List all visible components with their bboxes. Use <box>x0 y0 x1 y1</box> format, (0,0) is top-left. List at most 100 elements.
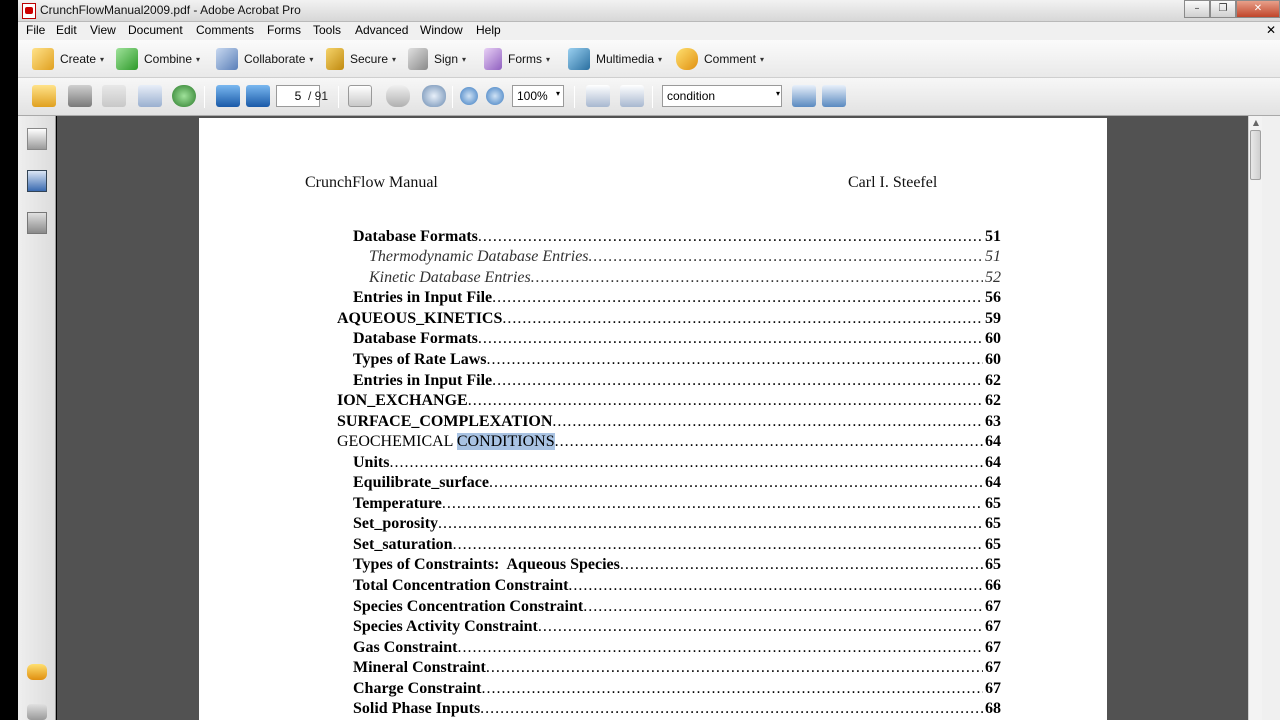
find-next-icon[interactable] <box>822 85 846 107</box>
chevron-down-icon: ▾ <box>309 54 314 64</box>
toc-row[interactable]: Types of Constraints: Aqueous Species65 <box>353 556 1001 576</box>
scrolling-mode-icon[interactable] <box>586 85 610 107</box>
comment-button[interactable]: Comment ▾ <box>676 48 764 70</box>
toc-row[interactable]: Set_saturation65 <box>353 536 1001 556</box>
signatures-icon[interactable] <box>27 212 47 234</box>
chevron-down-icon[interactable]: ▾ <box>556 89 560 98</box>
window-controls: – ❐ ✕ <box>1184 0 1280 18</box>
chevron-down-icon[interactable]: ▾ <box>776 89 780 98</box>
comment-icon <box>676 48 698 70</box>
menu-edit[interactable]: Edit <box>56 23 77 37</box>
toc-row[interactable]: AQUEOUS_KINETICS59 <box>337 310 1001 330</box>
print-icon[interactable] <box>68 85 92 107</box>
toc-row[interactable]: Database Formats51 <box>353 228 1001 248</box>
upload-icon[interactable] <box>172 85 196 107</box>
bookmarks-icon[interactable] <box>27 170 47 192</box>
save-icon[interactable] <box>102 85 126 107</box>
combine-label: Combine <box>144 52 193 66</box>
toc-row[interactable]: Charge Constraint67 <box>353 680 1001 700</box>
combine-button[interactable]: Combine ▾ <box>116 48 200 70</box>
toc-row[interactable]: Equilibrate_surface64 <box>353 474 1001 494</box>
menu-forms[interactable]: Forms <box>267 23 301 37</box>
collaborate-icon <box>216 48 238 70</box>
sign-label: Sign <box>434 52 459 66</box>
search-highlight: CONDITIONS <box>456 433 555 450</box>
comments-icon[interactable] <box>27 664 47 680</box>
create-label: Create <box>60 52 97 66</box>
toc-row[interactable]: Solid Phase Inputs68 <box>353 700 1001 720</box>
create-button[interactable]: Create ▾ <box>32 48 104 70</box>
attachments-icon[interactable] <box>27 704 47 720</box>
menu-file[interactable]: File <box>26 23 45 37</box>
toc-row[interactable]: Species Activity Constraint67 <box>353 618 1001 638</box>
toc-row[interactable]: Set_porosity65 <box>353 515 1001 535</box>
menu-tools[interactable]: Tools <box>313 23 341 37</box>
fit-page-icon[interactable] <box>620 85 644 107</box>
toc-row[interactable]: ION_EXCHANGE62 <box>337 392 1001 412</box>
menu-document[interactable]: Document <box>128 23 183 37</box>
chevron-down-icon: ▾ <box>760 54 765 64</box>
pages-icon[interactable] <box>27 128 47 150</box>
toc-row[interactable]: Species Concentration Constraint67 <box>353 598 1001 618</box>
sign-button[interactable]: Sign ▾ <box>408 48 466 70</box>
toc-row[interactable]: SURFACE_COMPLEXATION63 <box>337 413 1001 433</box>
toc-row[interactable]: Thermodynamic Database Entries51 <box>369 248 1001 268</box>
menu-advanced[interactable]: Advanced <box>355 23 408 37</box>
toolbar-separator <box>652 86 653 108</box>
arrow-up-icon[interactable] <box>216 85 240 107</box>
toc-row[interactable]: Temperature65 <box>353 495 1001 515</box>
document-viewport[interactable]: CrunchFlow Manual Carl I. Steefel Databa… <box>57 116 1248 720</box>
chevron-down-icon: ▾ <box>546 54 551 64</box>
window-right-frame <box>1262 116 1280 720</box>
collaborate-button[interactable]: Collaborate ▾ <box>216 48 313 70</box>
pdf-page: CrunchFlow Manual Carl I. Steefel Databa… <box>199 118 1107 720</box>
toc-row[interactable]: Mineral Constraint67 <box>353 659 1001 679</box>
forms-label: Forms <box>508 52 542 66</box>
menu-help[interactable]: Help <box>476 23 501 37</box>
multimedia-icon <box>568 48 590 70</box>
arrow-down-icon[interactable] <box>246 85 270 107</box>
forms-button[interactable]: Forms ▾ <box>484 48 550 70</box>
document-close-icon[interactable]: ✕ <box>1266 23 1276 37</box>
maximize-button[interactable]: ❐ <box>1210 0 1236 18</box>
toc-row[interactable]: Database Formats60 <box>353 330 1001 350</box>
toc-row[interactable]: Total Concentration Constraint66 <box>353 577 1001 597</box>
comment-label: Comment <box>704 52 757 66</box>
hand-tool-icon[interactable] <box>386 85 410 107</box>
toc-row[interactable]: Entries in Input File62 <box>353 372 1001 392</box>
find-previous-icon[interactable] <box>792 85 816 107</box>
toc-row[interactable]: Gas Constraint67 <box>353 639 1001 659</box>
menu-comments[interactable]: Comments <box>196 23 254 37</box>
toolbar-separator <box>204 86 205 108</box>
vertical-scrollbar[interactable]: ▲ <box>1248 116 1262 720</box>
multimedia-button[interactable]: Multimedia ▾ <box>568 48 662 70</box>
page-header-left: CrunchFlow Manual <box>305 174 438 191</box>
toc-row[interactable]: Units64 <box>353 454 1001 474</box>
close-button[interactable]: ✕ <box>1236 0 1280 18</box>
toc-row[interactable]: Entries in Input File56 <box>353 289 1001 309</box>
zoom-in-icon[interactable] <box>486 87 504 105</box>
tasks-toolbar: Create ▾ Combine ▾ Collaborate ▾ Secure … <box>18 40 1280 78</box>
secure-button[interactable]: Secure ▾ <box>326 48 396 70</box>
select-text-icon[interactable] <box>348 85 372 107</box>
email-icon[interactable] <box>138 85 162 107</box>
minimize-button[interactable]: – <box>1184 0 1210 18</box>
menu-view[interactable]: View <box>90 23 116 37</box>
combine-icon <box>116 48 138 70</box>
toc-row[interactable]: Kinetic Database Entries52 <box>369 269 1001 289</box>
secure-label: Secure <box>350 52 389 66</box>
marquee-zoom-icon[interactable] <box>422 85 446 107</box>
toolbar-separator <box>452 86 453 108</box>
toolbar-separator <box>338 86 339 108</box>
menu-window[interactable]: Window <box>420 23 463 37</box>
chevron-down-icon: ▾ <box>100 54 105 64</box>
scrollbar-thumb[interactable] <box>1250 130 1261 180</box>
open-folder-icon[interactable] <box>32 85 56 107</box>
scroll-up-icon[interactable]: ▲ <box>1249 116 1263 130</box>
toc-row-highlighted[interactable]: GEOCHEMICAL CONDITIONS64 <box>337 433 1001 453</box>
zoom-out-icon[interactable] <box>460 87 478 105</box>
chevron-down-icon: ▾ <box>196 54 201 64</box>
toc-row[interactable]: Types of Rate Laws60 <box>353 351 1001 371</box>
menu-bar: File Edit View Document Comments Forms T… <box>18 22 1280 40</box>
search-input[interactable]: condition <box>662 85 782 107</box>
